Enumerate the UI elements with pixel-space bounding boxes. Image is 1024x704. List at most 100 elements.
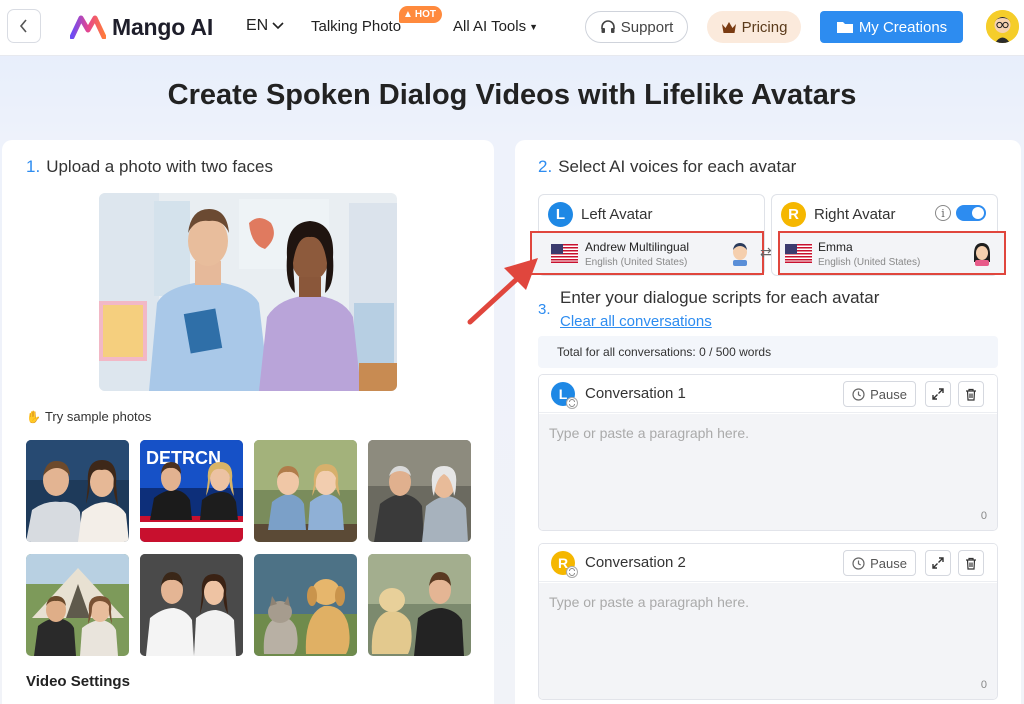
pause-button-1[interactable]: Pause bbox=[843, 381, 916, 407]
right-avatar-title: Right Avatar bbox=[814, 206, 896, 223]
support-label: Support bbox=[620, 18, 674, 36]
nav-talking-photo[interactable]: Talking Photo bbox=[311, 18, 401, 35]
language-label: EN bbox=[246, 17, 269, 34]
conversation-header-2: R Conversation 2 Pause bbox=[539, 544, 997, 582]
conversation-card-2: R Conversation 2 Pause Type or paste a p… bbox=[538, 543, 998, 700]
trash-icon bbox=[966, 388, 976, 401]
all-ai-tools-label: All AI Tools bbox=[453, 18, 527, 35]
left-voice-selector[interactable]: Andrew Multilingual English (United Stat… bbox=[530, 231, 764, 275]
hot-badge-label: HOT bbox=[414, 9, 437, 20]
word-total-bar: Total for all conversations: 0 / 500 wor… bbox=[538, 336, 998, 368]
step2-number: 2. bbox=[538, 157, 553, 176]
red-arrow-annotation bbox=[467, 258, 538, 325]
step2-title-text: Select AI voices for each avatar bbox=[558, 157, 797, 176]
user-avatar[interactable] bbox=[986, 10, 1019, 43]
sample-photo-1-image bbox=[26, 440, 129, 542]
hand-icon: ✋ bbox=[26, 409, 41, 424]
conversation-1-letter: L bbox=[559, 386, 568, 402]
hot-badge: ▲ HOT bbox=[399, 6, 443, 23]
sample-photo-3-image bbox=[254, 440, 357, 542]
delete-button-2[interactable] bbox=[958, 550, 984, 576]
info-icon[interactable]: i bbox=[935, 205, 951, 221]
conversation-card-1: L Conversation 1 Pause Type or paste a p… bbox=[538, 374, 998, 531]
sample-photo-2[interactable]: DETRCN bbox=[140, 440, 243, 542]
right-voice-name: Emma bbox=[818, 240, 853, 254]
expand-button-1[interactable] bbox=[925, 381, 951, 407]
sample-photo-4[interactable] bbox=[368, 440, 471, 542]
crown-icon bbox=[721, 21, 736, 33]
conversation-2-letter: R bbox=[558, 555, 568, 571]
top-navigation-bar: Mango AI EN Talking Photo ▲ HOT All AI T… bbox=[0, 0, 1024, 56]
classroom-photo-image bbox=[99, 193, 397, 391]
left-avatar-badge: L bbox=[548, 202, 573, 227]
right-voice-selector[interactable]: Emma English (United States) bbox=[778, 231, 1006, 275]
right-voice-language: English (United States) bbox=[818, 257, 921, 268]
step3-number: 3. bbox=[538, 301, 551, 318]
us-flag-icon bbox=[551, 244, 578, 263]
right-avatar-swap-icon[interactable]: R bbox=[550, 550, 578, 578]
back-button[interactable] bbox=[7, 9, 41, 43]
sample-photo-5-image bbox=[26, 554, 129, 656]
delete-button-1[interactable] bbox=[958, 381, 984, 407]
right-avatar-header: R Right Avatar bbox=[781, 202, 895, 227]
step2-title: 2. Select AI voices for each avatar bbox=[538, 157, 796, 177]
pause-label-2: Pause bbox=[870, 555, 907, 571]
left-voice-name: Andrew Multilingual bbox=[585, 240, 690, 254]
try-sample-photos-label: ✋ Try sample photos bbox=[26, 409, 151, 424]
left-avatar-title: Left Avatar bbox=[581, 206, 653, 223]
video-settings-heading: Video Settings bbox=[26, 673, 130, 690]
sample-photo-8-image bbox=[368, 554, 471, 656]
user-avatar-icon bbox=[986, 10, 1019, 43]
us-flag-icon bbox=[785, 244, 812, 263]
conversation-placeholder-1: Type or paste a paragraph here. bbox=[549, 425, 750, 441]
uploaded-photo[interactable] bbox=[99, 193, 397, 391]
right-avatar-badge: R bbox=[781, 202, 806, 227]
pricing-button[interactable]: Pricing bbox=[707, 11, 801, 43]
step1-number: 1. bbox=[26, 157, 41, 176]
conversation-text-area-1[interactable]: Type or paste a paragraph here. 0 bbox=[539, 414, 997, 530]
my-creations-button[interactable]: My Creations bbox=[820, 11, 963, 43]
step1-title-text: Upload a photo with two faces bbox=[46, 157, 273, 176]
sample-photo-3[interactable] bbox=[254, 440, 357, 542]
conversation-text-area-2[interactable]: Type or paste a paragraph here. 0 bbox=[539, 583, 997, 699]
sample-photo-7[interactable] bbox=[254, 554, 357, 656]
conversation-word-count-2: 0 bbox=[980, 679, 987, 691]
left-avatar-swap-icon[interactable]: L bbox=[550, 381, 578, 409]
right-avatar-toggle[interactable] bbox=[956, 205, 986, 221]
fire-icon: ▲ bbox=[403, 9, 413, 20]
pricing-label: Pricing bbox=[741, 18, 788, 36]
clock-icon bbox=[852, 556, 865, 570]
language-selector[interactable]: EN bbox=[246, 17, 284, 35]
mango-ai-logo[interactable]: Mango AI bbox=[70, 12, 213, 42]
sample-label-text: Try sample photos bbox=[44, 409, 152, 424]
sample-photo-1[interactable] bbox=[26, 440, 129, 542]
expand-icon bbox=[932, 557, 944, 569]
left-avatar-header: L Left Avatar bbox=[548, 202, 652, 227]
step1-title: 1. Upload a photo with two faces bbox=[26, 157, 273, 177]
conversation-2-title: Conversation 2 bbox=[585, 554, 686, 571]
left-voice-language: English (United States) bbox=[585, 257, 688, 268]
trash-icon bbox=[966, 557, 976, 570]
expand-icon bbox=[932, 388, 944, 400]
chevron-down-icon bbox=[272, 22, 284, 30]
expand-button-2[interactable] bbox=[925, 550, 951, 576]
swap-icon[interactable]: ⇄ bbox=[760, 244, 772, 261]
pause-button-2[interactable]: Pause bbox=[843, 550, 916, 576]
pause-label-1: Pause bbox=[870, 386, 907, 402]
sample-photo-8[interactable] bbox=[368, 554, 471, 656]
male-face-icon bbox=[733, 243, 747, 266]
clock-icon bbox=[852, 387, 865, 401]
sample-photo-6[interactable] bbox=[140, 554, 243, 656]
support-button[interactable]: Support bbox=[585, 11, 688, 43]
conversation-header-1: L Conversation 1 Pause bbox=[539, 375, 997, 413]
sample-photo-2-image: DETRCN bbox=[140, 440, 243, 542]
step3-title: Enter your dialogue scripts for each ava… bbox=[560, 288, 880, 307]
conversation-1-title: Conversation 1 bbox=[585, 385, 686, 402]
sample-photo-5[interactable] bbox=[26, 554, 129, 656]
folder-icon bbox=[836, 22, 853, 33]
caret-down-icon: ▼ bbox=[529, 21, 539, 32]
nav-all-ai-tools[interactable]: All AI Tools ▼ bbox=[453, 18, 538, 35]
page-title: Create Spoken Dialog Videos with Lifelik… bbox=[167, 79, 857, 111]
clear-all-conversations-link[interactable]: Clear all conversations bbox=[560, 313, 712, 330]
mango-logo-icon bbox=[70, 15, 106, 39]
